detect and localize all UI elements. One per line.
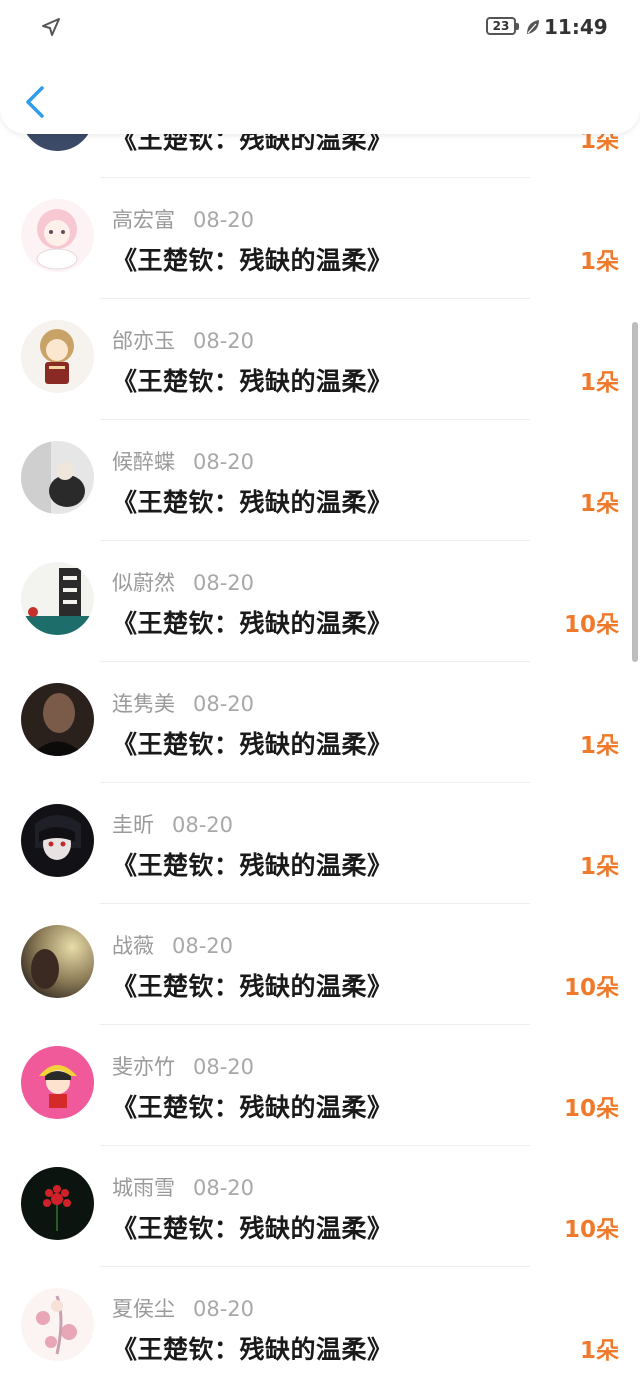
date: 08-20 xyxy=(193,208,255,232)
avatar xyxy=(21,562,94,635)
date: 08-20 xyxy=(193,571,255,595)
gift-amount: 1朵 xyxy=(579,370,619,396)
date: 08-20 xyxy=(193,450,255,474)
user-name: 战薇 xyxy=(112,934,154,958)
book-title: 《王楚钦：残缺的温柔》 xyxy=(112,609,393,638)
book-title: 《王楚钦：残缺的温柔》 xyxy=(112,851,393,880)
list-item[interactable]: 邰亦玉 08-20 《王楚钦：残缺的温柔》 1朵 xyxy=(0,299,640,420)
list-item[interactable]: 似蔚然 08-20 《王楚钦：残缺的温柔》 10朵 xyxy=(0,541,640,662)
gift-record-list: 《王楚钦：残缺的温柔》 1朵 高宏富 08-20 《王楚钦：残缺的温柔》 1朵 邰… xyxy=(0,0,640,1387)
leaf-icon xyxy=(525,18,541,36)
top-header: 23 11:49 xyxy=(0,0,640,134)
list-item[interactable]: 候醉蝶 08-20 《王楚钦：残缺的温柔》 1朵 xyxy=(0,420,640,541)
back-button[interactable] xyxy=(18,80,54,124)
scrollbar[interactable] xyxy=(632,322,638,662)
gift-amount: 10朵 xyxy=(563,975,619,1001)
user-name: 连隽美 xyxy=(112,692,175,716)
user-name: 高宏富 xyxy=(112,208,175,232)
avatar xyxy=(21,1167,94,1240)
clock: 11:49 xyxy=(544,15,608,39)
gift-amount: 1朵 xyxy=(579,733,619,759)
user-name: 城雨雪 xyxy=(112,1176,175,1200)
book-title: 《王楚钦：残缺的温柔》 xyxy=(112,730,393,759)
avatar xyxy=(21,441,94,514)
gift-amount: 1朵 xyxy=(579,1338,619,1364)
gift-amount: 10朵 xyxy=(563,1217,619,1243)
battery-icon: 23 xyxy=(486,17,522,37)
user-name: 似蔚然 xyxy=(112,571,175,595)
avatar xyxy=(21,199,94,272)
list-item[interactable]: 圭昕 08-20 《王楚钦：残缺的温柔》 1朵 xyxy=(0,783,640,904)
user-name: 圭昕 xyxy=(112,813,154,837)
user-name: 邰亦玉 xyxy=(112,329,175,353)
book-title: 《王楚钦：残缺的温柔》 xyxy=(112,1335,393,1364)
book-title: 《王楚钦：残缺的温柔》 xyxy=(112,246,393,275)
user-name: 斐亦竹 xyxy=(112,1055,175,1079)
date: 08-20 xyxy=(193,1176,255,1200)
location-arrow-icon xyxy=(40,16,62,38)
gift-amount: 10朵 xyxy=(563,1096,619,1122)
status-bar: 23 11:49 xyxy=(0,0,640,56)
book-title: 《王楚钦：残缺的温柔》 xyxy=(112,1214,393,1243)
date: 08-20 xyxy=(193,329,255,353)
gift-amount: 1朵 xyxy=(579,491,619,517)
date: 08-20 xyxy=(172,934,234,958)
list-item[interactable]: 战薇 08-20 《王楚钦：残缺的温柔》 10朵 xyxy=(0,904,640,1025)
chevron-left-icon xyxy=(26,86,44,118)
date: 08-20 xyxy=(172,813,234,837)
gift-amount: 1朵 xyxy=(579,854,619,880)
book-title: 《王楚钦：残缺的温柔》 xyxy=(112,488,393,517)
date: 08-20 xyxy=(193,692,255,716)
gift-amount: 10朵 xyxy=(563,612,619,638)
list-item[interactable]: 斐亦竹 08-20 《王楚钦：残缺的温柔》 10朵 xyxy=(0,1025,640,1146)
date: 08-20 xyxy=(193,1297,255,1321)
battery-level: 23 xyxy=(492,19,510,33)
avatar xyxy=(21,683,94,756)
list-item[interactable]: 连隽美 08-20 《王楚钦：残缺的温柔》 1朵 xyxy=(0,662,640,783)
user-name: 夏侯尘 xyxy=(112,1297,175,1321)
list-item[interactable]: 夏侯尘 08-20 《王楚钦：残缺的温柔》 1朵 xyxy=(0,1267,640,1387)
avatar xyxy=(21,1046,94,1119)
book-title: 《王楚钦：残缺的温柔》 xyxy=(112,367,393,396)
gift-amount: 1朵 xyxy=(579,249,619,275)
list-item[interactable]: 城雨雪 08-20 《王楚钦：残缺的温柔》 10朵 xyxy=(0,1146,640,1267)
avatar xyxy=(21,1288,94,1361)
date: 08-20 xyxy=(193,1055,255,1079)
avatar xyxy=(21,925,94,998)
book-title: 《王楚钦：残缺的温柔》 xyxy=(112,1093,393,1122)
list-item[interactable]: 高宏富 08-20 《王楚钦：残缺的温柔》 1朵 xyxy=(0,178,640,299)
user-name: 候醉蝶 xyxy=(112,450,175,474)
avatar xyxy=(21,804,94,877)
avatar xyxy=(21,320,94,393)
book-title: 《王楚钦：残缺的温柔》 xyxy=(112,972,393,1001)
